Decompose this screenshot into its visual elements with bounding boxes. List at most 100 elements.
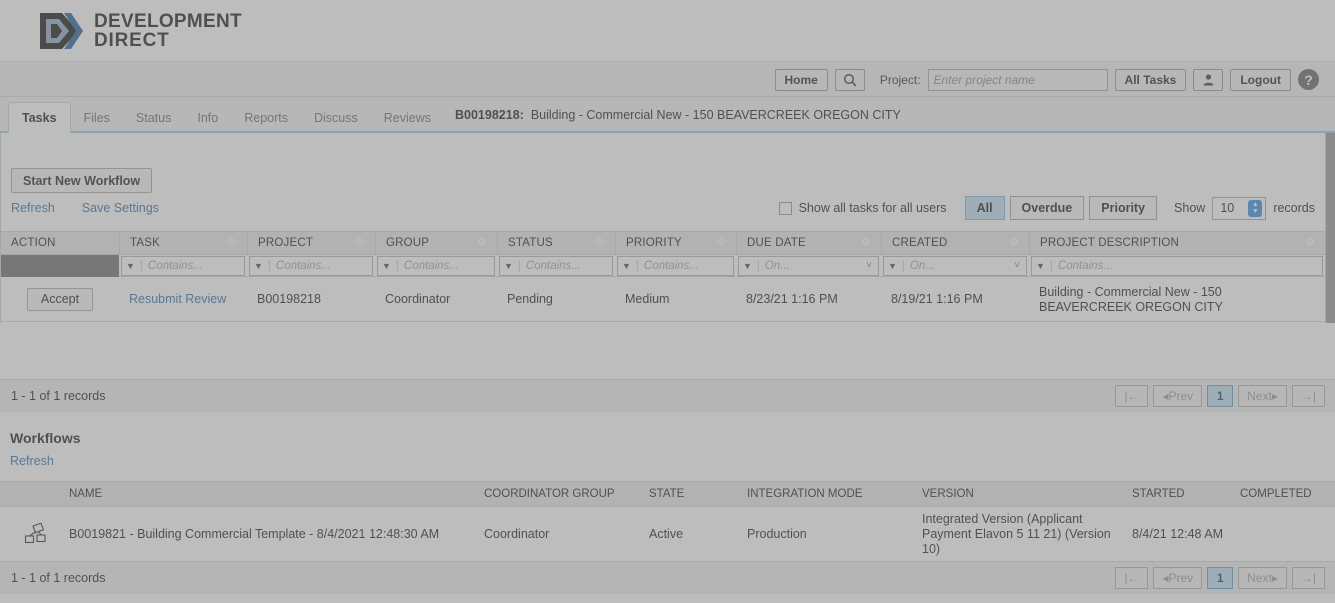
pager-page-1-button[interactable]: 1 xyxy=(1207,385,1234,407)
filter-due-date[interactable]: ▼ | On... ˅ xyxy=(736,255,881,276)
tasks-panel: Start New Workflow Refresh Save Settings… xyxy=(0,133,1326,323)
tab-files[interactable]: Files xyxy=(71,104,123,134)
column-header-status[interactable]: STATUS ⚙ xyxy=(497,232,615,254)
column-header-created[interactable]: CREATED ⚙ xyxy=(881,232,1029,254)
pager-last-button[interactable]: →| xyxy=(1291,385,1325,407)
tab-info[interactable]: Info xyxy=(184,104,231,134)
gear-icon[interactable]: ⚙ xyxy=(1009,237,1020,249)
gear-icon[interactable]: ⚙ xyxy=(477,237,488,249)
search-button[interactable] xyxy=(834,68,865,91)
filter-priority[interactable]: ▼ | Contains... xyxy=(615,255,736,276)
wf-column-header-version[interactable]: VERSION xyxy=(918,488,1128,500)
filter-placeholder: Contains... xyxy=(525,259,581,272)
column-header-priority[interactable]: PRIORITY ⚙ xyxy=(615,232,736,254)
gear-icon[interactable]: ⚙ xyxy=(716,237,727,249)
tab-status[interactable]: Status xyxy=(123,104,184,134)
column-label: TASK xyxy=(130,237,160,249)
filter-placeholder: Contains... xyxy=(403,259,459,272)
pager-next-button[interactable]: Next▸ xyxy=(1238,385,1287,407)
wf-cell-started: 8/4/21 12:48 AM xyxy=(1132,527,1224,541)
records-per-page-stepper[interactable]: 10 ▲ ▼ xyxy=(1212,196,1267,220)
column-header-group[interactable]: GROUP ⚙ xyxy=(375,232,497,254)
refresh-link[interactable]: Refresh xyxy=(11,201,55,215)
cell-created: 8/19/21 1:16 PM xyxy=(891,292,983,306)
chevron-down-icon[interactable]: ˅ xyxy=(1014,260,1020,271)
records-suffix-label: records xyxy=(1273,201,1315,215)
project-banner: B00198218: Building - Commercial New - 1… xyxy=(455,97,901,133)
tab-list: Tasks Files Status Info Reports Discuss … xyxy=(8,97,444,134)
tasks-table: ACTION TASK ⚙ PROJECT ⚙ GROUP ⚙ STATUS ⚙ xyxy=(1,231,1325,322)
brand-logo[interactable]: Development Direct xyxy=(38,10,242,52)
home-button[interactable]: Home xyxy=(774,68,828,91)
tasks-header-row: ACTION TASK ⚙ PROJECT ⚙ GROUP ⚙ STATUS ⚙ xyxy=(1,231,1325,255)
table-row[interactable]: Accept Resubmit Review B00198218 Coordin… xyxy=(1,277,1325,322)
gear-icon[interactable]: ⚙ xyxy=(227,237,238,249)
filter-project[interactable]: ▼ | Contains... xyxy=(247,255,375,276)
funnel-icon: ▼ xyxy=(622,260,631,271)
wf-pager-next-button[interactable]: Next▸ xyxy=(1238,567,1287,589)
workflow-diagram-icon[interactable] xyxy=(24,523,48,545)
all-tasks-button[interactable]: All Tasks xyxy=(1114,68,1187,91)
tasks-filter-row: ▼ | Contains... ▼ | Contains... ▼ | Contains..… xyxy=(1,254,1325,277)
tasks-filter-toolbar: Show all tasks for all users All Overdue… xyxy=(778,196,1315,220)
wf-pager-prev-button[interactable]: ◂Prev xyxy=(1153,567,1203,589)
workflows-record-count: 1 - 1 of 1 records xyxy=(11,571,106,585)
brand-line-1: Development xyxy=(94,11,242,32)
chevron-down-icon[interactable]: ˅ xyxy=(866,260,872,271)
wf-column-header-name[interactable]: NAME xyxy=(65,488,480,500)
wf-column-header-completed[interactable]: COMPLETED xyxy=(1236,488,1335,500)
wf-pager-last-button[interactable]: →| xyxy=(1291,567,1325,589)
accept-button[interactable]: Accept xyxy=(26,287,94,311)
wf-column-header-coordinator-group[interactable]: COORDINATOR GROUP xyxy=(480,488,645,500)
cell-project: B00198218 xyxy=(257,292,321,306)
start-new-workflow-button[interactable]: Start New Workflow xyxy=(11,168,153,193)
column-label: PROJECT DESCRIPTION xyxy=(1040,237,1180,249)
gear-icon[interactable]: ⚙ xyxy=(355,237,366,249)
filter-overdue-button[interactable]: Overdue xyxy=(1009,196,1085,220)
tab-discuss[interactable]: Discuss xyxy=(301,104,371,134)
funnel-icon: ▼ xyxy=(382,260,391,271)
help-icon[interactable]: ? xyxy=(1298,69,1319,90)
logout-button[interactable]: Logout xyxy=(1230,68,1291,91)
tasks-pager: |← ◂Prev 1 Next▸ →| xyxy=(1115,385,1325,407)
wf-pager-first-button[interactable]: |← xyxy=(1115,567,1149,589)
workflow-row[interactable]: B0019821 - Building Commercial Template … xyxy=(0,507,1335,562)
pager-prev-button[interactable]: ◂Prev xyxy=(1153,385,1203,407)
column-header-task[interactable]: TASK ⚙ xyxy=(119,232,247,254)
filter-all-button[interactable]: All xyxy=(964,196,1005,220)
cell-group: Coordinator xyxy=(385,292,451,306)
cell-project-description: Building - Commercial New - 150 BEAVERCR… xyxy=(1039,285,1223,314)
gear-icon[interactable]: ⚙ xyxy=(1305,237,1316,249)
filter-status[interactable]: ▼ | Contains... xyxy=(497,255,615,276)
column-header-due-date[interactable]: DUE DATE ⚙ xyxy=(736,232,881,254)
filter-project-description[interactable]: ▼ | Contains... xyxy=(1029,255,1325,276)
pager-first-button[interactable]: |← xyxy=(1115,385,1149,407)
stepper-arrows-icon[interactable]: ▲ ▼ xyxy=(1248,199,1263,217)
app-page: Development Direct Home Project: All Tas… xyxy=(0,0,1335,603)
workflows-refresh-link[interactable]: Refresh xyxy=(10,454,54,468)
wf-column-header-integration-mode[interactable]: INTEGRATION MODE xyxy=(743,488,918,500)
column-header-project-description[interactable]: PROJECT DESCRIPTION ⚙ xyxy=(1029,232,1325,254)
gear-icon[interactable]: ⚙ xyxy=(861,237,872,249)
wf-cell-completed xyxy=(1236,530,1335,538)
filter-task[interactable]: ▼ | Contains... xyxy=(119,255,247,276)
user-menu-button[interactable] xyxy=(1193,68,1224,91)
tab-tasks[interactable]: Tasks xyxy=(8,101,71,134)
filter-created[interactable]: ▼ | On... ˅ xyxy=(881,255,1029,276)
wf-column-header-started[interactable]: STARTED xyxy=(1128,488,1236,500)
wf-column-header-state[interactable]: STATE xyxy=(645,488,743,500)
column-label: STATUS xyxy=(508,237,553,249)
project-search-input[interactable] xyxy=(927,68,1108,91)
tab-reviews[interactable]: Reviews xyxy=(371,104,444,134)
wf-pager-page-1-button[interactable]: 1 xyxy=(1207,567,1234,589)
filter-group[interactable]: ▼ | Contains... xyxy=(375,255,497,276)
tasks-pagination-bar: 1 - 1 of 1 records |← ◂Prev 1 Next▸ →| xyxy=(0,379,1335,412)
column-header-action[interactable]: ACTION xyxy=(1,232,119,254)
gear-icon[interactable]: ⚙ xyxy=(595,237,606,249)
tab-reports[interactable]: Reports xyxy=(231,104,301,134)
show-all-tasks-checkbox[interactable] xyxy=(778,201,792,215)
save-settings-link[interactable]: Save Settings xyxy=(82,201,159,215)
task-link[interactable]: Resubmit Review xyxy=(129,292,226,306)
filter-priority-button[interactable]: Priority xyxy=(1089,196,1158,220)
column-header-project[interactable]: PROJECT ⚙ xyxy=(247,232,375,254)
